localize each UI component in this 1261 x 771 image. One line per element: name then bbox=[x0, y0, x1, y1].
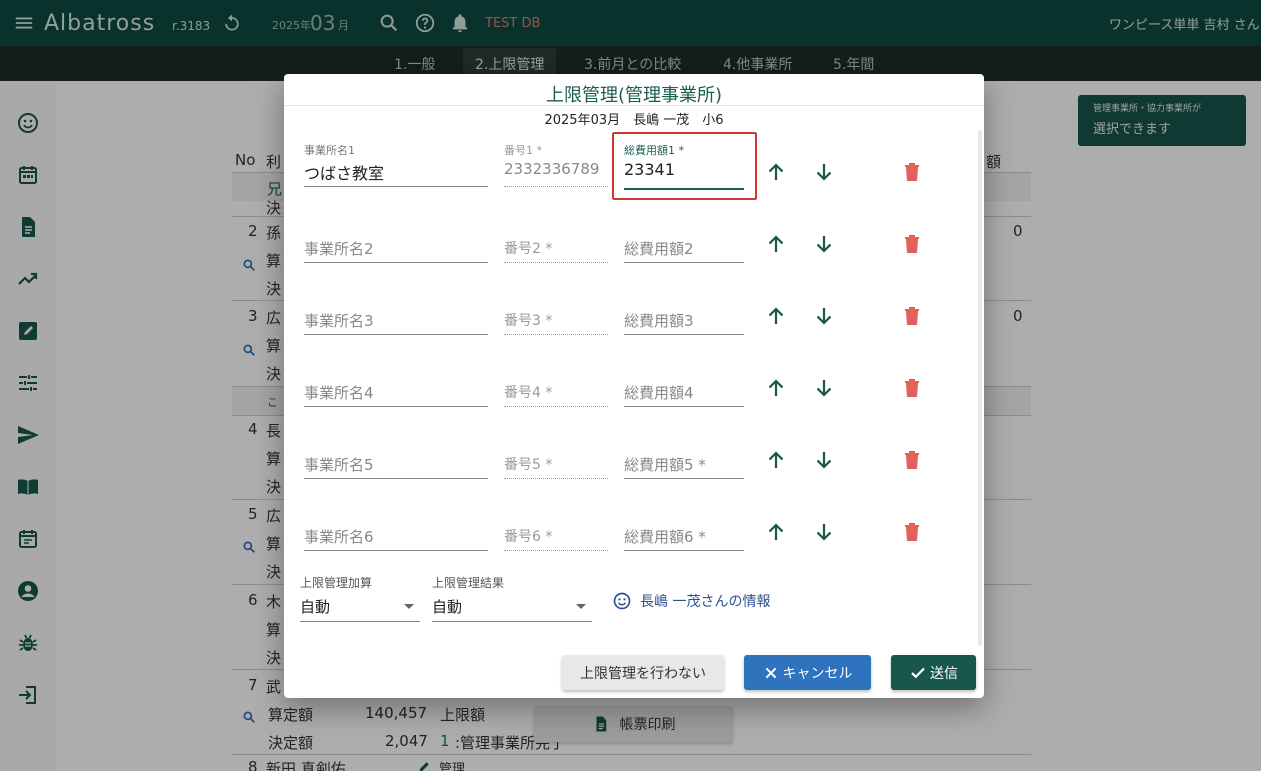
delete-icon[interactable] bbox=[900, 376, 924, 400]
total-cost-field-3[interactable]: 総費用額3 bbox=[624, 300, 744, 335]
user-info-link-label: 長嶋 一茂さんの情報 bbox=[640, 594, 771, 610]
arrow-up-icon[interactable] bbox=[764, 376, 788, 400]
dialog-scrollbar[interactable] bbox=[978, 130, 982, 646]
limit-management-dialog: 上限管理(管理事業所) 2025年03月 長嶋 一茂 小6 事業所名1 つばさ教… bbox=[284, 74, 984, 698]
delete-icon[interactable] bbox=[900, 160, 924, 184]
office-number-placeholder-5: 番号5 * bbox=[504, 457, 553, 473]
delete-icon[interactable] bbox=[900, 304, 924, 328]
send-button[interactable]: 送信 bbox=[891, 655, 976, 690]
office-name-field-6[interactable]: 事業所名6 bbox=[304, 516, 488, 551]
arrow-up-icon[interactable] bbox=[764, 232, 788, 256]
send-button-label: 送信 bbox=[930, 665, 958, 682]
total-cost-placeholder-5: 総費用額5 * bbox=[624, 456, 706, 474]
office-number-field-4[interactable]: 番号4 * bbox=[504, 372, 608, 407]
dialog-subtitle: 2025年03月 長嶋 一茂 小6 bbox=[544, 113, 724, 128]
total-cost-field-6[interactable]: 総費用額6 * bbox=[624, 516, 744, 551]
arrow-down-icon[interactable] bbox=[812, 232, 836, 256]
delete-icon[interactable] bbox=[900, 232, 924, 256]
limit-result-label: 上限管理結果 bbox=[432, 576, 505, 590]
close-icon bbox=[765, 667, 776, 678]
no-limit-management-label: 上限管理を行わない bbox=[580, 665, 706, 682]
office-number-field-5[interactable]: 番号5 * bbox=[504, 444, 608, 479]
limit-addition-value: 自動 bbox=[300, 598, 331, 616]
office-number-field-3[interactable]: 番号3 * bbox=[504, 300, 608, 335]
arrow-down-icon[interactable] bbox=[812, 304, 836, 328]
total-cost-field-2[interactable]: 総費用額2 bbox=[624, 228, 744, 263]
cancel-button[interactable]: キャンセル bbox=[744, 655, 871, 690]
cancel-button-label: キャンセル bbox=[782, 665, 853, 682]
office-name-field-1[interactable]: 事業所名1 つばさ教室 bbox=[304, 142, 488, 187]
total-cost-field-4[interactable]: 総費用額4 bbox=[624, 372, 744, 407]
office-number-placeholder-3: 番号3 * bbox=[504, 313, 553, 329]
chevron-down-icon bbox=[576, 604, 586, 609]
no-limit-management-button[interactable]: 上限管理を行わない bbox=[562, 655, 724, 690]
focus-highlight bbox=[612, 132, 757, 200]
arrow-up-icon[interactable] bbox=[764, 448, 788, 472]
arrow-up-icon[interactable] bbox=[764, 160, 788, 184]
office-name-placeholder-4: 事業所名4 bbox=[304, 384, 374, 402]
office-number-placeholder-4: 番号4 * bbox=[504, 385, 553, 401]
limit-addition-label: 上限管理加算 bbox=[300, 576, 373, 590]
office-name-value-1: つばさ教室 bbox=[304, 164, 385, 183]
office-name-field-4[interactable]: 事業所名4 bbox=[304, 372, 488, 407]
dialog-title: 上限管理(管理事業所) bbox=[545, 85, 723, 106]
office-name-placeholder-3: 事業所名3 bbox=[304, 312, 374, 330]
user-info-link[interactable]: 長嶋 一茂さんの情報 bbox=[612, 590, 770, 612]
office-name-label-1: 事業所名1 bbox=[304, 144, 355, 157]
office-number-placeholder-6: 番号6 * bbox=[504, 529, 553, 545]
delete-icon[interactable] bbox=[900, 448, 924, 472]
total-cost-placeholder-3: 総費用額3 bbox=[624, 312, 694, 330]
total-cost-field-5[interactable]: 総費用額5 * bbox=[624, 444, 744, 479]
office-name-placeholder-5: 事業所名5 bbox=[304, 456, 374, 474]
office-name-field-5[interactable]: 事業所名5 bbox=[304, 444, 488, 479]
limit-result-select[interactable]: 上限管理結果 自動 bbox=[432, 574, 592, 622]
check-icon bbox=[911, 667, 925, 678]
office-number-field-1[interactable]: 番号1 * 2332336789 bbox=[504, 142, 608, 187]
limit-result-value: 自動 bbox=[432, 598, 463, 616]
office-name-placeholder-2: 事業所名2 bbox=[304, 240, 374, 258]
total-cost-placeholder-2: 総費用額2 bbox=[624, 240, 694, 258]
limit-addition-select[interactable]: 上限管理加算 自動 bbox=[300, 574, 420, 622]
arrow-down-icon[interactable] bbox=[812, 520, 836, 544]
office-number-placeholder-2: 番号2 * bbox=[504, 241, 553, 257]
arrow-up-icon[interactable] bbox=[764, 520, 788, 544]
office-number-value-1: 2332336789 bbox=[504, 160, 600, 178]
office-number-label-1: 番号1 * bbox=[504, 144, 542, 157]
office-name-placeholder-6: 事業所名6 bbox=[304, 528, 374, 546]
smiley-icon bbox=[613, 592, 631, 610]
total-cost-placeholder-4: 総費用額4 bbox=[624, 384, 694, 402]
arrow-down-icon[interactable] bbox=[812, 376, 836, 400]
office-number-field-6[interactable]: 番号6 * bbox=[504, 516, 608, 551]
arrow-down-icon[interactable] bbox=[812, 448, 836, 472]
chevron-down-icon bbox=[404, 604, 414, 609]
office-number-field-2[interactable]: 番号2 * bbox=[504, 228, 608, 263]
arrow-down-icon[interactable] bbox=[812, 160, 836, 184]
office-name-field-2[interactable]: 事業所名2 bbox=[304, 228, 488, 263]
office-name-field-3[interactable]: 事業所名3 bbox=[304, 300, 488, 335]
total-cost-placeholder-6: 総費用額6 * bbox=[624, 528, 706, 546]
delete-icon[interactable] bbox=[900, 520, 924, 544]
arrow-up-icon[interactable] bbox=[764, 304, 788, 328]
